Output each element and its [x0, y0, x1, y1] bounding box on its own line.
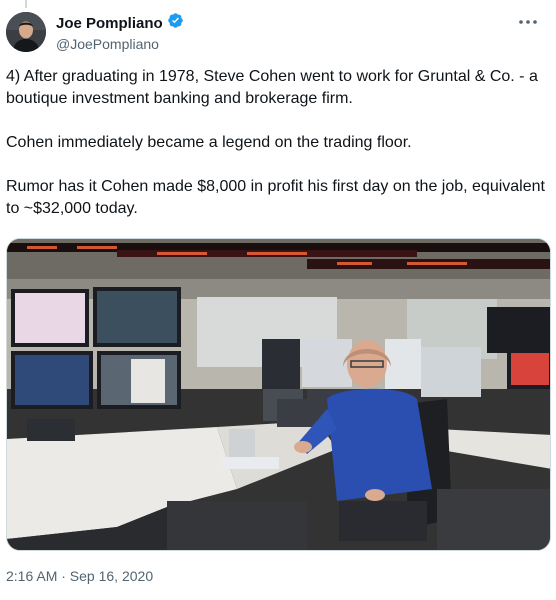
tweet-paragraph: 4) After graduating in 1978, Steve Cohen…	[6, 68, 538, 107]
author-handle[interactable]: @JoePompliano	[56, 36, 184, 52]
tweet-photo[interactable]	[6, 238, 551, 551]
author-name[interactable]: Joe Pompliano	[56, 15, 163, 32]
tweet-paragraph: Cohen immediately became a legend on the…	[6, 134, 412, 151]
tweet-paragraph: Rumor has it Cohen made $8,000 in profit…	[6, 178, 545, 217]
avatar[interactable]	[6, 12, 46, 52]
verified-badge-icon	[167, 12, 184, 34]
tweet-timestamp[interactable]: 2:16 AM · Sep 16, 2020	[6, 568, 153, 584]
tweet-text: 4) After graduating in 1978, Steve Cohen…	[6, 66, 546, 242]
thread-connector-line	[25, 0, 27, 8]
more-horizontal-icon[interactable]	[514, 12, 542, 32]
author-block[interactable]: Joe Pompliano @JoePompliano	[56, 13, 184, 52]
